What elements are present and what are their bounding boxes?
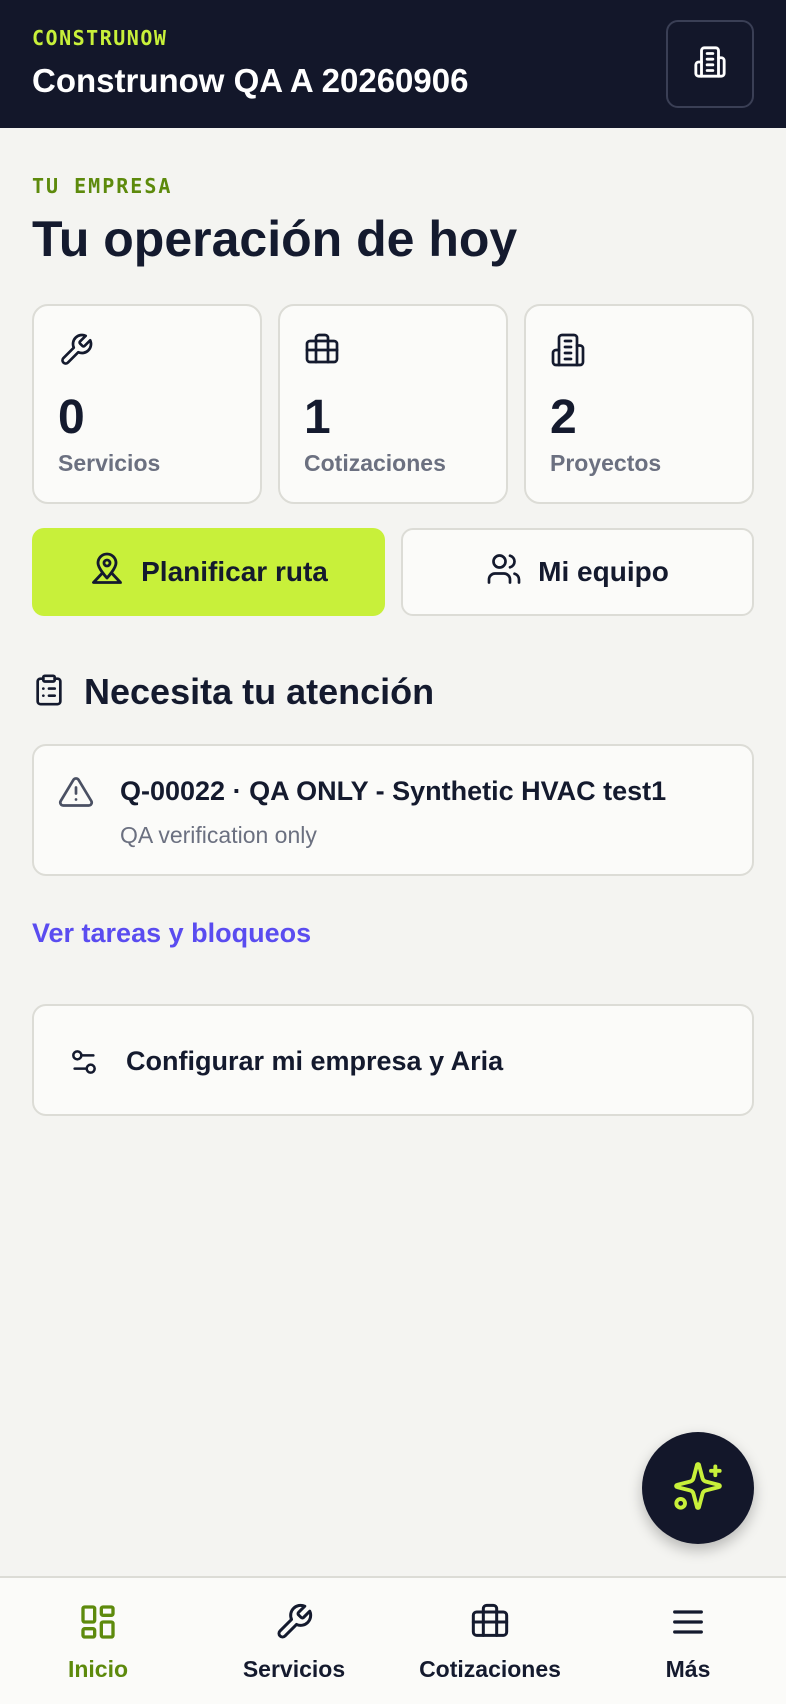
aria-assistant-button[interactable]	[642, 1432, 754, 1544]
attention-title: Necesita tu atención	[84, 671, 435, 712]
stat-label: Cotizaciones	[304, 450, 446, 476]
attention-item[interactable]: Q-00022 · QA ONLY - Synthetic HVAC test1…	[32, 744, 754, 876]
brand-label: CONSTRUNOW	[32, 26, 168, 50]
page-title: Tu operación de hoy	[32, 211, 518, 267]
grid-icon	[78, 1600, 118, 1644]
clipboard-icon	[32, 673, 66, 712]
map-pin-icon	[89, 551, 125, 594]
nav-item-mas[interactable]: Más	[590, 1600, 786, 1700]
attention-header: Necesita tu atención	[32, 668, 434, 716]
my-team-label: Mi equipo	[538, 556, 669, 587]
stat-card-cotizaciones[interactable]: 1 Cotizaciones	[278, 304, 508, 504]
briefcase-icon	[304, 332, 340, 373]
briefcase-icon	[470, 1600, 510, 1644]
attention-item-subtitle: QA verification only	[120, 822, 317, 848]
nav-item-servicios[interactable]: Servicios	[196, 1600, 392, 1700]
section-eyebrow: TU EMPRESA	[32, 174, 173, 198]
stat-value: 0	[58, 391, 85, 444]
nav-label: Más	[665, 1656, 711, 1682]
stat-value: 2	[550, 391, 577, 444]
bottom-nav: Inicio Servicios Cotizaciones Más	[0, 1576, 786, 1704]
tasks-link[interactable]: Ver tareas y bloqueos	[32, 918, 311, 949]
nav-item-cotizaciones[interactable]: Cotizaciones	[392, 1600, 588, 1700]
attention-item-title: Q-00022 · QA ONLY - Synthetic HVAC test1	[120, 776, 667, 806]
stat-card-servicios[interactable]: 0 Servicios	[32, 304, 262, 504]
configure-company-button[interactable]: Configurar mi empresa y Aria	[32, 1004, 754, 1116]
menu-icon	[668, 1600, 708, 1644]
nav-label: Inicio	[67, 1656, 129, 1682]
sliders-icon	[68, 1046, 100, 1083]
app-header: CONSTRUNOW Construnow QA A 20260906	[0, 0, 786, 128]
users-icon	[486, 551, 522, 594]
nav-item-inicio[interactable]: Inicio	[0, 1600, 196, 1700]
stat-value: 1	[304, 391, 331, 444]
nav-label: Servicios	[242, 1656, 346, 1682]
wrench-icon	[274, 1600, 314, 1644]
stat-label: Servicios	[58, 450, 161, 476]
nav-label: Cotizaciones	[419, 1656, 561, 1682]
configure-company-label: Configurar mi empresa y Aria	[126, 1046, 504, 1076]
company-name: Construnow QA A 20260906	[32, 62, 469, 99]
plan-route-button[interactable]: Planificar ruta	[32, 528, 385, 616]
building-icon	[550, 332, 586, 373]
my-team-button[interactable]: Mi equipo	[401, 528, 754, 616]
stat-card-proyectos[interactable]: 2 Proyectos	[524, 304, 754, 504]
company-switch-button[interactable]	[666, 20, 754, 108]
stat-label: Proyectos	[550, 450, 662, 476]
warning-icon	[58, 774, 94, 815]
building-icon	[693, 45, 727, 84]
plan-route-label: Planificar ruta	[141, 556, 328, 587]
wrench-icon	[58, 332, 94, 373]
sparkles-icon	[672, 1460, 724, 1517]
